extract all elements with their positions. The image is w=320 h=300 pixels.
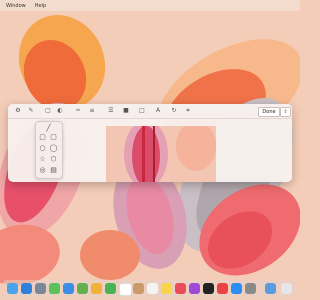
speech-bubble-shape-icon[interactable]: ◯	[50, 145, 58, 152]
rounded-rectangle-shape-icon[interactable]: ▢	[50, 134, 57, 141]
border-color-icon[interactable]: □	[138, 107, 146, 115]
line-shape-icon[interactable]: ╱	[45, 125, 52, 132]
crop-icon[interactable]: ⌗	[184, 107, 192, 115]
markup-window: ⚙ ✎ ▢ ◐ ✑ ≡ ☰ ■ □ A ↻ ⌗ Done ⇪ ╱ ▢ ▢ ○ ◯…	[8, 104, 292, 182]
star-shape-icon[interactable]: ☆	[39, 156, 46, 163]
shapes-popover: ╱ ▢ ▢ ○ ◯ ☆ ⬡ ◎ ▤	[35, 121, 63, 179]
share-button[interactable]: ⇪	[280, 107, 291, 117]
app-store-icon[interactable]	[231, 283, 242, 294]
system-preferences-icon[interactable]	[245, 283, 256, 294]
text-box-shape-icon[interactable]: ▤	[50, 167, 57, 174]
reminders-icon[interactable]	[147, 283, 158, 294]
contacts-icon[interactable]	[133, 283, 144, 294]
mail-icon[interactable]	[63, 283, 74, 294]
document-image-content	[106, 126, 216, 182]
menu-bar: Window Help	[0, 0, 300, 11]
loupe-shape-icon[interactable]: ◎	[39, 167, 46, 174]
downloads-icon[interactable]	[265, 283, 276, 294]
news-icon[interactable]	[217, 283, 228, 294]
pen-icon[interactable]: ✑	[74, 107, 82, 115]
music-icon[interactable]	[175, 283, 186, 294]
photos-browser-icon[interactable]	[35, 283, 46, 294]
notes-icon[interactable]	[161, 283, 172, 294]
messages-icon[interactable]	[49, 283, 60, 294]
trash-icon[interactable]	[281, 283, 292, 294]
shapes-icon[interactable]: ▢	[44, 107, 52, 115]
highlight-icon[interactable]: ◐	[56, 107, 64, 115]
polygon-shape-icon[interactable]: ⬡	[50, 156, 57, 163]
safari-icon[interactable]	[21, 283, 32, 294]
fill-color-icon[interactable]: ■	[122, 107, 130, 115]
oval-shape-icon[interactable]: ○	[39, 145, 46, 152]
rotate-icon[interactable]: ↻	[170, 107, 178, 115]
border-style-icon[interactable]: ☰	[107, 107, 115, 115]
facetime-icon[interactable]	[105, 283, 116, 294]
draw-icon[interactable]: ✎	[27, 107, 35, 115]
apple-tv-icon[interactable]	[203, 283, 214, 294]
done-button[interactable]: Done	[258, 107, 280, 117]
finder-icon[interactable]	[7, 283, 18, 294]
adjust-icon[interactable]: ≡	[88, 107, 96, 115]
menu-help[interactable]: Help	[35, 3, 46, 9]
rectangle-shape-icon[interactable]: ▢	[39, 134, 46, 141]
sketch-icon[interactable]: ⚙	[14, 107, 22, 115]
podcasts-icon[interactable]	[189, 283, 200, 294]
dock	[3, 280, 297, 298]
calendar-icon[interactable]	[119, 283, 132, 296]
document-image[interactable]	[106, 126, 216, 182]
menu-window[interactable]: Window	[6, 3, 26, 9]
markup-toolbar: ⚙ ✎ ▢ ◐ ✑ ≡ ☰ ■ □ A ↻ ⌗ Done ⇪	[8, 104, 292, 119]
text-style-icon[interactable]: A	[154, 107, 162, 115]
photos-icon[interactable]	[91, 283, 102, 294]
maps-icon[interactable]	[77, 283, 88, 294]
